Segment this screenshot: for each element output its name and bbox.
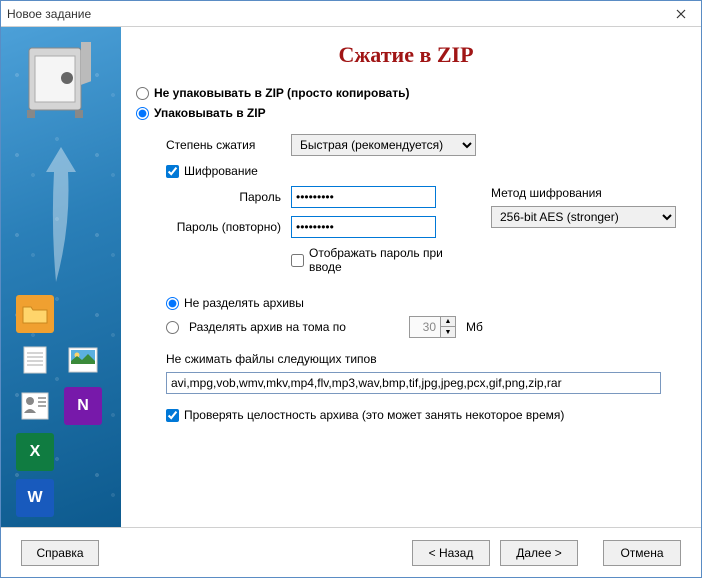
radio-split[interactable] (166, 321, 179, 334)
show-password-label[interactable]: Отображать пароль при вводе (309, 246, 456, 274)
back-button[interactable]: < Назад (412, 540, 490, 566)
radio-no-split[interactable] (166, 297, 179, 310)
radio-no-zip-label[interactable]: Не упаковывать в ZIP (просто копировать) (154, 86, 409, 100)
help-button[interactable]: Справка (21, 540, 99, 566)
password2-label: Пароль (повторно) (166, 220, 281, 234)
picture-icon (64, 341, 102, 379)
radio-to-zip-row: Упаковывать в ZIP (136, 106, 676, 120)
sidebar: N X W (1, 27, 121, 527)
verify-label[interactable]: Проверять целостность архива (это может … (184, 408, 564, 422)
radio-no-split-label[interactable]: Не разделять архивы (184, 296, 304, 310)
radio-to-zip[interactable] (136, 107, 149, 120)
main-area: N X W Сжатие в ZIP Не упаковывать в ZIP … (1, 27, 701, 527)
encryption-check-row: Шифрование (166, 164, 676, 178)
contacts-icon (16, 387, 54, 425)
encryption-checkbox[interactable] (166, 165, 179, 178)
document-icon (16, 341, 54, 379)
show-password-checkbox[interactable] (291, 254, 304, 267)
sidebar-icons: N X W (16, 295, 104, 517)
compression-label: Степень сжатия (166, 138, 281, 152)
radio-split-label[interactable]: Разделять архив на тома по (189, 320, 399, 334)
password-input[interactable] (291, 186, 436, 208)
onenote-icon: N (64, 387, 102, 425)
spinner-up-icon[interactable]: ▲ (441, 317, 455, 327)
excel-icon: X (16, 433, 54, 471)
password2-input[interactable] (291, 216, 436, 238)
titlebar: Новое задание (1, 1, 701, 27)
safe-icon (23, 42, 95, 124)
radio-no-zip[interactable] (136, 87, 149, 100)
exclude-input[interactable] (166, 372, 661, 394)
folder-icon (16, 295, 54, 333)
content-panel: Сжатие в ZIP Не упаковывать в ZIP (прост… (121, 27, 701, 527)
cancel-button[interactable]: Отмена (603, 540, 681, 566)
arrow-up-icon (41, 147, 81, 287)
verify-checkbox[interactable] (166, 409, 179, 422)
password-label: Пароль (166, 190, 281, 204)
word-icon: W (16, 479, 54, 517)
next-button[interactable]: Далее > (500, 540, 578, 566)
exclude-label: Не сжимать файлы следующих типов (166, 352, 676, 366)
compression-row: Степень сжатия Быстрая (рекомендуется) (166, 134, 676, 156)
encryption-method-label: Метод шифрования (491, 186, 676, 200)
bottom-bar: Справка < Назад Далее > Отмена (1, 527, 701, 577)
close-button[interactable] (661, 1, 701, 27)
encryption-label[interactable]: Шифрование (184, 164, 258, 178)
radio-to-zip-label[interactable]: Упаковывать в ZIP (154, 106, 266, 120)
encryption-method-select[interactable]: 256-bit AES (stronger) (491, 206, 676, 228)
window-title: Новое задание (7, 7, 661, 21)
volume-input[interactable] (410, 317, 440, 337)
radio-no-zip-row: Не упаковывать в ZIP (просто копировать) (136, 86, 676, 100)
compression-select[interactable]: Быстрая (рекомендуется) (291, 134, 476, 156)
close-icon (676, 9, 686, 19)
volume-unit: Мб (466, 320, 483, 334)
page-title: Сжатие в ZIP (136, 42, 676, 68)
volume-spinner[interactable]: ▲ ▼ (409, 316, 456, 338)
spinner-down-icon[interactable]: ▼ (441, 327, 455, 337)
